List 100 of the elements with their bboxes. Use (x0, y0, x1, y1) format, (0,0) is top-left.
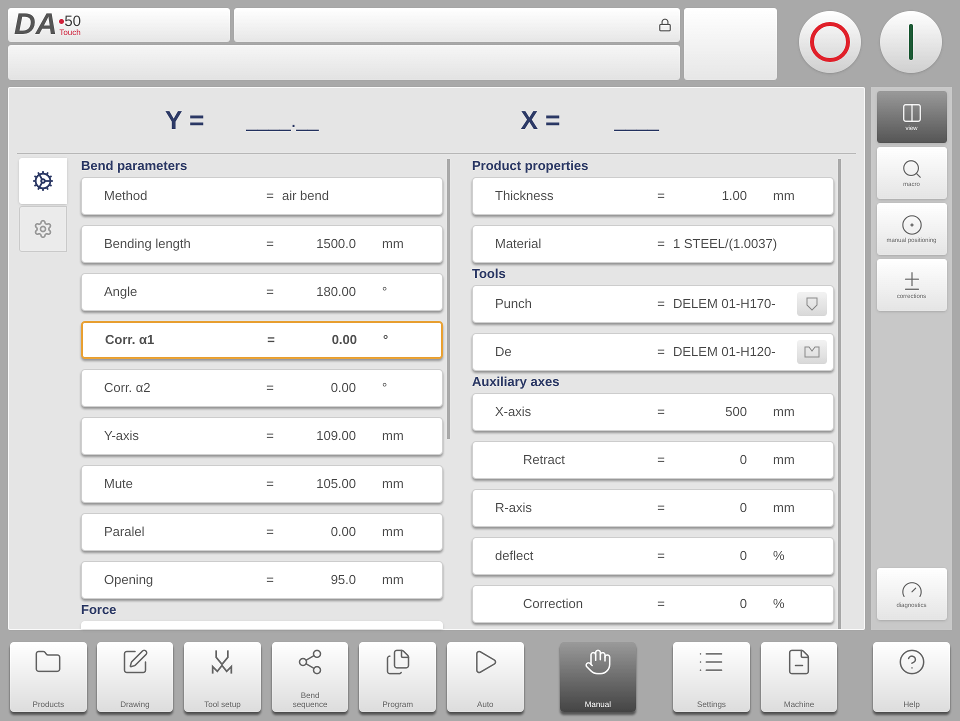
field-label: Correction (522, 595, 584, 614)
unit-label: ° (382, 331, 388, 350)
equals-sign: = (656, 295, 666, 314)
equals-sign: = (265, 187, 275, 206)
equals-sign: = (656, 343, 666, 362)
unit-label: mm (772, 499, 795, 518)
field-label: Method (103, 187, 148, 206)
y-value: ____.__ (246, 108, 319, 134)
field-label: Paralel (103, 523, 146, 542)
equals-sign: = (265, 283, 275, 302)
field-row[interactable]: R-axis = 0 mm (472, 489, 834, 527)
gear-icon (33, 219, 53, 239)
field-row[interactable]: Thickness = 1.00 mm (472, 177, 834, 215)
die-icon (804, 346, 820, 358)
equals-sign: = (265, 235, 275, 254)
side-tab[interactable] (19, 158, 67, 204)
field-value: 0 (738, 595, 747, 614)
tool-button[interactable] (797, 340, 827, 364)
field-label: Opening (103, 571, 154, 590)
equals-sign: = (656, 451, 666, 470)
x-value: ____ (614, 108, 659, 134)
field-value: air bend (281, 187, 329, 206)
field-row[interactable]: De = DELEM 01-H120- (472, 333, 834, 371)
unit-label: mm (772, 451, 795, 470)
nav-button[interactable]: Help (873, 642, 950, 712)
field-label: Y-axis (103, 427, 140, 446)
nav-button[interactable]: Drawing (96, 642, 174, 712)
field-label: Thickness (494, 187, 555, 206)
field-row[interactable]: X-axis = 500 mm (472, 393, 834, 431)
unit-label: mm (381, 571, 404, 590)
field-row[interactable]: Method = air bend (81, 177, 443, 215)
section-title: Product properties (472, 157, 590, 175)
nav-button[interactable]: Products (10, 642, 87, 712)
field-label: Retract (522, 451, 566, 470)
field-row[interactable] (81, 621, 443, 629)
unit-label: mm (381, 427, 404, 446)
logo-letters: DA (14, 10, 58, 40)
field-row[interactable]: Correction = 0 % (472, 585, 834, 623)
nav-button[interactable]: Manual (560, 642, 636, 712)
nav-button[interactable]: Machine (760, 642, 838, 712)
unit-label: ° (381, 379, 388, 398)
nav-button[interactable]: Auto (446, 642, 524, 712)
unit-label: mm (381, 235, 404, 254)
nav-button[interactable]: Tool setup (184, 642, 261, 712)
field-label: X-axis (494, 403, 532, 422)
equals-sign: = (265, 523, 275, 542)
tool-button[interactable] (797, 292, 827, 316)
help-icon (898, 648, 926, 676)
field-value: 0 (738, 451, 747, 470)
field-row[interactable]: Bending length = 1500.0 mm (81, 225, 443, 263)
equals-sign: = (656, 595, 666, 614)
field-label: Corr. α1 (104, 331, 156, 350)
equals-sign: = (656, 187, 666, 206)
equals-sign: = (656, 499, 666, 518)
field-value: 0 (738, 547, 747, 566)
field-row[interactable]: Corr. α1 = 0.00 ° (81, 321, 443, 359)
nav-button[interactable]: Settings (673, 642, 750, 712)
field-row[interactable]: Paralel = 0.00 mm (81, 513, 443, 551)
dot-icon (59, 18, 64, 24)
logo-edition: Touch (59, 28, 82, 36)
field-row[interactable]: deflect = 0 % (472, 537, 834, 575)
field-row[interactable]: Y-axis = 109.00 mm (81, 417, 443, 455)
nav-button[interactable]: Program (359, 642, 436, 712)
unit-label: mm (381, 475, 404, 494)
field-row[interactable]: Angle = 180.00 ° (81, 273, 443, 311)
unit-label: mm (381, 523, 404, 542)
field-label: deflect (494, 547, 534, 566)
field-value: DELEM 01-H170- (672, 295, 776, 314)
field-label: Bending length (103, 235, 192, 254)
field-row[interactable]: Punch = DELEM 01-H170- (472, 285, 834, 323)
field-value: 500 (724, 403, 747, 422)
field-label: De (494, 343, 513, 362)
field-label: Corr. α2 (103, 379, 152, 398)
field-value: 0.00 (330, 379, 356, 398)
field-row[interactable]: Retract = 0 mm (472, 441, 834, 479)
field-value: 95.0 (330, 571, 356, 590)
field-label: Material (494, 235, 542, 254)
field-value: 0.00 (330, 331, 357, 350)
field-value: 0 (738, 499, 747, 518)
equals-sign: = (265, 571, 275, 590)
field-value: 105.00 (315, 475, 356, 494)
section-title: Bend parameters (81, 157, 188, 175)
drawing-icon (120, 648, 149, 676)
field-label: Mute (103, 475, 134, 494)
unit-label: mm (772, 403, 795, 422)
equals-sign: = (266, 331, 276, 350)
equals-sign: = (656, 547, 666, 566)
field-row[interactable]: Corr. α2 = 0.00 ° (81, 369, 443, 407)
equals-sign: = (656, 403, 666, 422)
field-value: DELEM 01-H120- (672, 343, 776, 362)
equals-sign: = (265, 427, 275, 446)
y-label: Y = (165, 104, 204, 137)
section-title: Auxiliary axes (472, 373, 560, 391)
field-row[interactable]: Mute = 105.00 mm (81, 465, 443, 503)
field-row[interactable]: Material = 1 STEEL/(1.0037) (472, 225, 834, 263)
nav-button[interactable]: Bend sequence (272, 642, 348, 712)
field-value: 180.00 (315, 283, 356, 302)
unit-label: mm (772, 187, 795, 206)
field-row[interactable]: Opening = 95.0 mm (81, 561, 443, 599)
equals-sign: = (265, 379, 275, 398)
